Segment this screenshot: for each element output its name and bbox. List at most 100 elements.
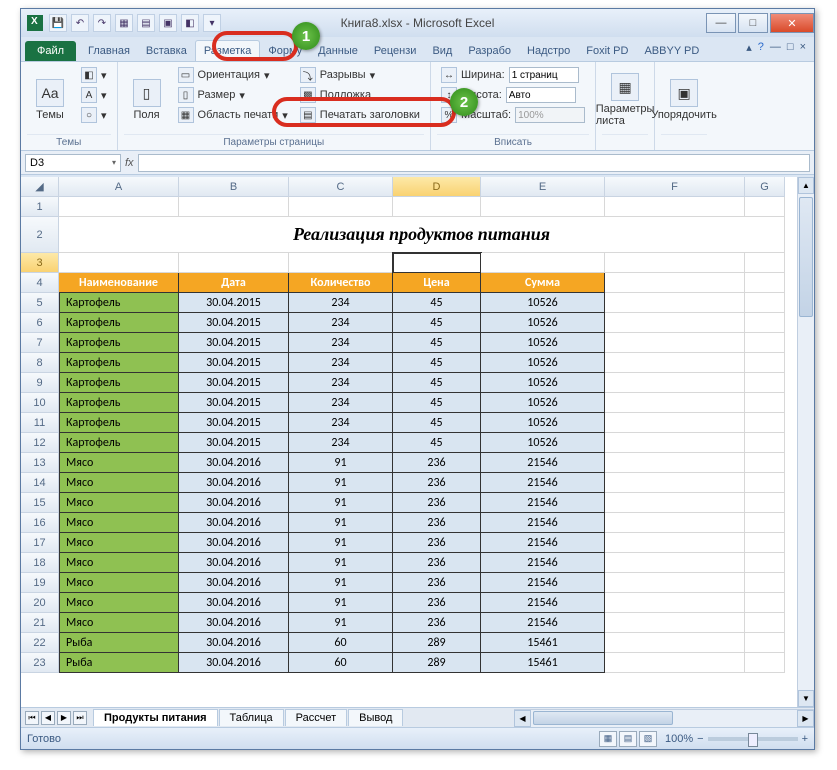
cell[interactable] xyxy=(745,253,785,273)
redo-icon[interactable]: ↷ xyxy=(93,14,111,32)
cell[interactable] xyxy=(605,513,745,533)
height-input[interactable] xyxy=(506,87,576,103)
cell[interactable] xyxy=(605,453,745,473)
tab-рецензи[interactable]: Рецензи xyxy=(366,41,425,61)
formula-input[interactable] xyxy=(138,154,810,172)
tab-вид[interactable]: Вид xyxy=(424,41,460,61)
cell-qty[interactable]: 234 xyxy=(289,333,393,353)
cell[interactable] xyxy=(745,433,785,453)
cell-date[interactable]: 30.04.2015 xyxy=(179,413,289,433)
tab-foxit pd[interactable]: Foxit PD xyxy=(578,41,636,61)
select-all-corner[interactable]: ◢ xyxy=(21,177,59,197)
row-header-8[interactable]: 8 xyxy=(21,353,59,373)
cell[interactable] xyxy=(745,553,785,573)
cell-price[interactable]: 236 xyxy=(393,613,481,633)
cell[interactable] xyxy=(289,197,393,217)
row-header-20[interactable]: 20 xyxy=(21,593,59,613)
cell[interactable] xyxy=(179,253,289,273)
cell-price[interactable]: 45 xyxy=(393,413,481,433)
cell[interactable] xyxy=(745,533,785,553)
cell-name[interactable]: Мясо xyxy=(59,513,179,533)
cell-sum[interactable]: 10526 xyxy=(481,373,605,393)
minimize-button[interactable]: — xyxy=(706,13,736,33)
cell[interactable] xyxy=(605,613,745,633)
cell-date[interactable]: 30.04.2016 xyxy=(179,653,289,673)
cell-price[interactable]: 45 xyxy=(393,353,481,373)
col-header-B[interactable]: B xyxy=(179,177,289,197)
row-header-1[interactable]: 1 xyxy=(21,197,59,217)
print-area-button[interactable]: ▦Область печати ▾ xyxy=(174,106,292,124)
tab-главная[interactable]: Главная xyxy=(80,41,138,61)
row-header-21[interactable]: 21 xyxy=(21,613,59,633)
view-layout-icon[interactable]: ▤ xyxy=(619,731,637,747)
tab-first-icon[interactable]: ⏮ xyxy=(25,711,39,725)
cell[interactable] xyxy=(745,353,785,373)
cell-date[interactable]: 30.04.2016 xyxy=(179,553,289,573)
tab-надстро[interactable]: Надстро xyxy=(519,41,578,61)
cell[interactable] xyxy=(393,253,481,273)
width-input[interactable] xyxy=(509,67,579,83)
cell-qty[interactable]: 91 xyxy=(289,513,393,533)
cell[interactable] xyxy=(745,473,785,493)
arrange-button[interactable]: ▣ Упорядочить xyxy=(661,66,707,134)
cell-price[interactable]: 289 xyxy=(393,633,481,653)
cell[interactable] xyxy=(605,573,745,593)
cell[interactable] xyxy=(745,453,785,473)
cell[interactable] xyxy=(605,293,745,313)
tab-вставка[interactable]: Вставка xyxy=(138,41,195,61)
cell[interactable] xyxy=(605,253,745,273)
cell-qty[interactable]: 234 xyxy=(289,373,393,393)
cell-date[interactable]: 30.04.2015 xyxy=(179,373,289,393)
cell-date[interactable]: 30.04.2016 xyxy=(179,593,289,613)
vscroll-thumb[interactable] xyxy=(799,197,813,317)
cell[interactable] xyxy=(745,293,785,313)
margins-button[interactable]: ▯ Поля xyxy=(124,66,170,134)
qat-btn-5[interactable]: ▤ xyxy=(137,14,155,32)
scroll-left-icon[interactable]: ◀ xyxy=(514,710,531,727)
sheet-options-button[interactable]: ▦ Параметры листа xyxy=(602,66,648,134)
cell-qty[interactable]: 60 xyxy=(289,633,393,653)
cell-qty[interactable]: 234 xyxy=(289,393,393,413)
col-header-G[interactable]: G xyxy=(745,177,785,197)
cell-name[interactable]: Мясо xyxy=(59,453,179,473)
cell-date[interactable]: 30.04.2016 xyxy=(179,513,289,533)
tab-prev-icon[interactable]: ◀ xyxy=(41,711,55,725)
cell[interactable] xyxy=(745,197,785,217)
sheet-tab[interactable]: Продукты питания xyxy=(93,709,218,726)
cell[interactable] xyxy=(393,197,481,217)
themes-button[interactable]: Aa Темы xyxy=(27,66,73,134)
cell-sum[interactable]: 10526 xyxy=(481,413,605,433)
tab-abbyy pd[interactable]: ABBYY PD xyxy=(636,41,707,61)
col-header-D[interactable]: D xyxy=(393,177,481,197)
row-header-5[interactable]: 5 xyxy=(21,293,59,313)
cell-qty[interactable]: 60 xyxy=(289,653,393,673)
table-header[interactable]: Наименование xyxy=(59,273,179,293)
cell[interactable] xyxy=(745,513,785,533)
cell-name[interactable]: Мясо xyxy=(59,493,179,513)
background-button[interactable]: ▩Подложка xyxy=(296,86,424,104)
view-break-icon[interactable]: ▧ xyxy=(639,731,657,747)
save-icon[interactable]: 💾 xyxy=(49,14,67,32)
cell-name[interactable]: Мясо xyxy=(59,553,179,573)
cell-name[interactable]: Рыба xyxy=(59,653,179,673)
cell-price[interactable]: 45 xyxy=(393,393,481,413)
cell[interactable] xyxy=(605,413,745,433)
cell-sum[interactable]: 21546 xyxy=(481,473,605,493)
col-header-F[interactable]: F xyxy=(605,177,745,197)
cell-name[interactable]: Картофель xyxy=(59,393,179,413)
cell[interactable] xyxy=(745,313,785,333)
cell[interactable] xyxy=(605,333,745,353)
cell-sum[interactable]: 10526 xyxy=(481,393,605,413)
row-header-22[interactable]: 22 xyxy=(21,633,59,653)
cell[interactable] xyxy=(179,197,289,217)
cell[interactable] xyxy=(605,593,745,613)
worksheet[interactable]: ◢ABCDEFG12Реализация продуктов питания34… xyxy=(21,177,814,707)
child-restore-icon[interactable]: □ xyxy=(787,41,794,54)
cell-date[interactable]: 30.04.2015 xyxy=(179,313,289,333)
cell-date[interactable]: 30.04.2015 xyxy=(179,353,289,373)
sheet-tab[interactable]: Рассчет xyxy=(285,709,348,726)
cell[interactable] xyxy=(481,197,605,217)
print-titles-button[interactable]: ▤Печатать заголовки xyxy=(296,106,424,124)
cell[interactable] xyxy=(745,333,785,353)
cell[interactable] xyxy=(605,553,745,573)
